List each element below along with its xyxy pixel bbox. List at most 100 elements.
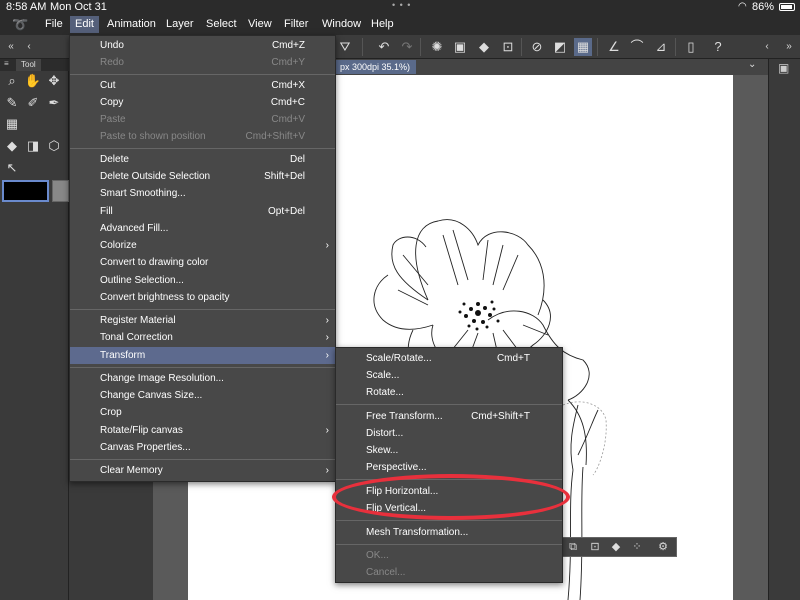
- battery-icon: [779, 3, 795, 11]
- collapse-left-icon[interactable]: «: [2, 38, 20, 56]
- hand-icon[interactable]: ✋: [24, 72, 42, 90]
- menu-item-distort[interactable]: Distort...: [336, 425, 562, 442]
- menu-item-delete-outside-selection[interactable]: Delete Outside Selection Shift+Del: [70, 168, 335, 185]
- transform-submenu: Scale/Rotate... Cmd+T Scale... Rotate... …: [335, 347, 563, 583]
- menu-select[interactable]: Select: [206, 18, 237, 30]
- menu-item-change-image-resolution[interactable]: Change Image Resolution...: [70, 370, 335, 387]
- help-icon[interactable]: ?: [709, 38, 727, 56]
- brush-icon[interactable]: ✒: [45, 94, 63, 112]
- menu-item-rotate-flip-canvas[interactable]: Rotate/Flip canvas ›: [70, 422, 335, 439]
- menu-item-crop[interactable]: Crop: [70, 404, 335, 421]
- menu-item-fill[interactable]: Fill Opt+Del: [70, 203, 335, 220]
- move-icon[interactable]: ✥: [45, 72, 63, 90]
- gradient-icon[interactable]: ◨: [24, 137, 42, 155]
- menu-file[interactable]: File: [45, 18, 63, 30]
- invert-selection-icon[interactable]: ◩: [551, 38, 569, 56]
- menu-layer[interactable]: Layer: [166, 18, 194, 30]
- screen-tone-icon[interactable]: ⁘: [629, 539, 645, 555]
- ruler-snap-icon[interactable]: ∠: [605, 38, 623, 56]
- pen-icon[interactable]: ✎: [3, 94, 21, 112]
- undo-icon[interactable]: ↶: [375, 38, 393, 56]
- copy-paste-icon[interactable]: ⧉: [565, 539, 581, 555]
- wifi-icon: ◠: [738, 1, 747, 12]
- pencil-icon[interactable]: ✐: [24, 94, 42, 112]
- menu-item-convert-brightness-to-opacity[interactable]: Convert brightness to opacity: [70, 289, 335, 306]
- menu-item-colorize[interactable]: Colorize ›: [70, 237, 335, 254]
- menu-edit[interactable]: Edit: [70, 16, 99, 33]
- menu-item-free-transform[interactable]: Free Transform... Cmd+Shift+T: [336, 408, 562, 425]
- menu-item-register-material[interactable]: Register Material ›: [70, 312, 335, 329]
- menu-item-mesh-transformation[interactable]: Mesh Transformation...: [336, 524, 562, 541]
- menu-item-advanced-fill[interactable]: Advanced Fill...: [70, 220, 335, 237]
- menu-item-paste[interactable]: Paste Cmd+V: [70, 111, 335, 128]
- menu-item-clear-memory[interactable]: Clear Memory ›: [70, 462, 335, 479]
- menu-item-transform[interactable]: Transform ›: [70, 347, 335, 364]
- menu-item-undo[interactable]: Undo Cmd+Z: [70, 37, 335, 54]
- selection-settings-icon[interactable]: ⚙: [655, 539, 671, 555]
- chevron-left-icon-right[interactable]: ‹: [758, 38, 776, 56]
- grid-snap-icon[interactable]: ⊿: [652, 38, 670, 56]
- multitask-dots[interactable]: • • •: [392, 0, 411, 10]
- menu-item-cancel[interactable]: Cancel...: [336, 564, 562, 581]
- menu-item-outline-selection[interactable]: Outline Selection...: [70, 272, 335, 289]
- clear-outside-icon[interactable]: ▣: [451, 38, 469, 56]
- transform-selection-icon[interactable]: ⊡: [587, 539, 603, 555]
- submenu-arrow-icon: ›: [325, 315, 329, 326]
- status-bar: 8:58 AM Mon Oct 31 • • • ◠ 86%: [0, 0, 800, 15]
- status-time: 8:58 AM: [6, 1, 47, 13]
- panel-toggle-icon[interactable]: ▣: [778, 61, 789, 75]
- selection-launcher: ⧉ ⊡ ◆ ⁘ ⚙: [562, 537, 677, 557]
- submenu-arrow-icon: ›: [325, 240, 329, 251]
- menu-item-scale[interactable]: Scale...: [336, 367, 562, 384]
- menu-window[interactable]: Window: [322, 18, 361, 30]
- fill-tool-icon[interactable]: ⛛: [336, 38, 354, 56]
- menu-item-paste-to-shown-position[interactable]: Paste to shown position Cmd+Shift+V: [70, 128, 335, 145]
- deselect-icon[interactable]: ⊘: [528, 38, 546, 56]
- clip-studio-logo-icon[interactable]: ➰: [12, 17, 28, 33]
- menu-item-redo[interactable]: Redo Cmd+Y: [70, 54, 335, 71]
- fill-selection-icon[interactable]: ◆: [608, 539, 624, 555]
- menu-item-smart-smoothing[interactable]: Smart Smoothing...: [70, 185, 335, 202]
- submenu-arrow-icon: ›: [325, 350, 329, 361]
- show-selection-icon[interactable]: ▦: [574, 38, 592, 56]
- menu-view[interactable]: View: [248, 18, 272, 30]
- clear-icon[interactable]: ✺: [428, 38, 446, 56]
- tool-panel-tabs: ≡ Tool: [0, 59, 69, 71]
- operation-icon[interactable]: ↖: [3, 159, 21, 177]
- redo-icon[interactable]: ↷: [398, 38, 416, 56]
- figure-icon[interactable]: ▦: [3, 115, 21, 133]
- menu-item-convert-to-drawing-color[interactable]: Convert to drawing color: [70, 254, 335, 271]
- tool-tab[interactable]: Tool: [16, 59, 41, 71]
- menu-item-canvas-properties[interactable]: Canvas Properties...: [70, 439, 335, 456]
- menu-animation[interactable]: Animation: [107, 18, 156, 30]
- menu-item-copy[interactable]: Copy Cmd+C: [70, 94, 335, 111]
- canvas-tab[interactable]: px 300dpi 35.1%): [334, 60, 417, 74]
- submenu-arrow-icon: ›: [325, 332, 329, 343]
- menu-item-skew[interactable]: Skew...: [336, 442, 562, 459]
- right-panel: ▣: [768, 59, 800, 600]
- menu-help[interactable]: Help: [371, 18, 394, 30]
- collapse-right-icon[interactable]: »: [780, 38, 798, 56]
- menu-item-rotate[interactable]: Rotate...: [336, 384, 562, 401]
- special-ruler-snap-icon[interactable]: ⌒: [628, 38, 646, 56]
- sub-color-swatch[interactable]: [52, 180, 69, 202]
- fill-bucket-icon[interactable]: ◆: [3, 137, 21, 155]
- menu-item-change-canvas-size[interactable]: Change Canvas Size...: [70, 387, 335, 404]
- chevron-down-icon[interactable]: ⌄: [748, 59, 756, 70]
- menu-item-scale-rotate[interactable]: Scale/Rotate... Cmd+T: [336, 350, 562, 367]
- menu-icon[interactable]: ≡: [4, 59, 9, 68]
- smartphone-icon[interactable]: ▯: [682, 38, 700, 56]
- fill-icon[interactable]: ◆: [475, 38, 493, 56]
- menu-item-ok[interactable]: OK...: [336, 547, 562, 564]
- menu-filter[interactable]: Filter: [284, 18, 308, 30]
- menu-item-tonal-correction[interactable]: Tonal Correction ›: [70, 329, 335, 346]
- submenu-arrow-icon: ›: [325, 425, 329, 436]
- menu-bar: ➰ File Edit Animation Layer Select View …: [0, 15, 800, 35]
- transform-icon[interactable]: ⊡: [499, 38, 517, 56]
- shape-icon[interactable]: ⬡: [45, 137, 63, 155]
- zoom-icon[interactable]: ⌕: [3, 72, 21, 90]
- menu-item-cut[interactable]: Cut Cmd+X: [70, 77, 335, 94]
- main-color-swatch[interactable]: [2, 180, 49, 202]
- chevron-left-icon[interactable]: ‹: [20, 38, 38, 56]
- menu-item-delete[interactable]: Delete Del: [70, 151, 335, 168]
